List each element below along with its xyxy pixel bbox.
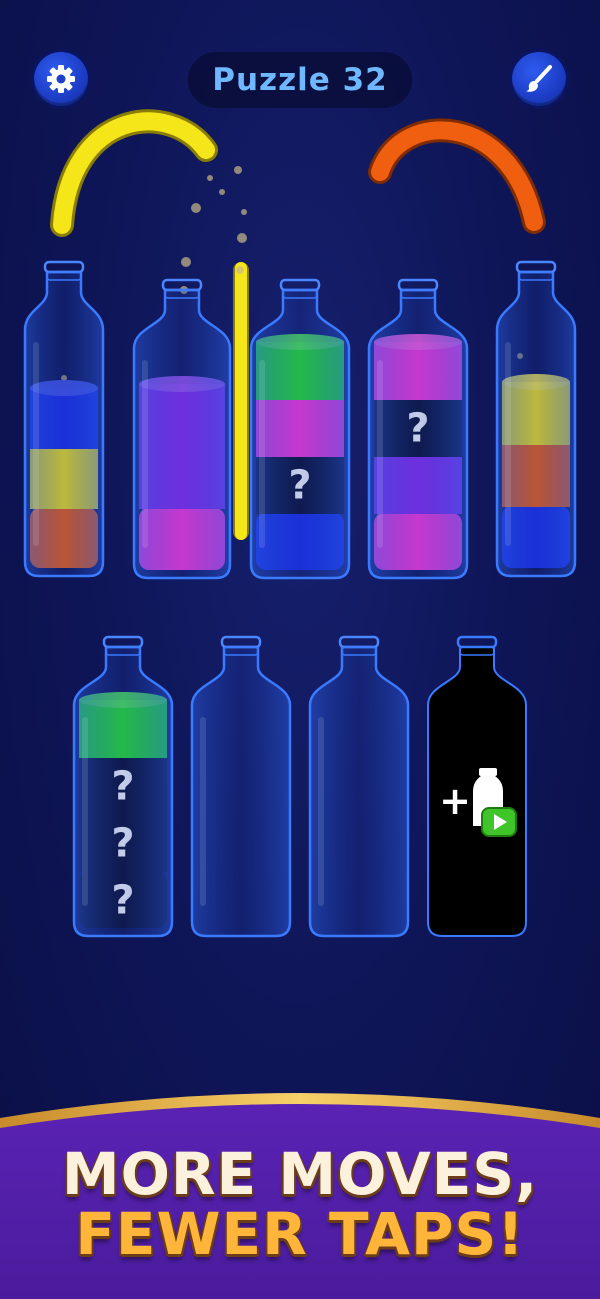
glass-highlight (142, 360, 148, 548)
bottle-glass (249, 288, 351, 580)
glass-highlight (200, 717, 206, 906)
glass-highlight (318, 717, 324, 906)
bottle-glass (308, 645, 410, 938)
glass-highlight (33, 342, 39, 546)
bottle[interactable] (495, 260, 577, 578)
mini-bottle-cap (479, 768, 497, 776)
bottle-cap-ring (338, 635, 380, 649)
glass-highlight (82, 717, 88, 906)
gear-icon (47, 65, 75, 93)
bottle[interactable] (23, 260, 105, 578)
orange-pour-arc (368, 118, 546, 234)
bottle[interactable]: ? (249, 278, 351, 580)
bottle-cap-ring (515, 260, 557, 274)
puzzle-title: Puzzle 32 (188, 52, 412, 108)
settings-button[interactable] (34, 52, 88, 106)
bottle-cap-ring (279, 278, 321, 292)
bottle-glass (72, 645, 174, 938)
bottle-cap-ring (102, 635, 144, 649)
bottle[interactable] (190, 635, 292, 938)
glass-highlight (505, 342, 511, 546)
yellow-pour-arc (50, 109, 218, 237)
theme-button[interactable] (512, 52, 566, 106)
bottle-cap-ring (397, 278, 439, 292)
bottle-cap-ring (220, 635, 262, 649)
bottle[interactable]: ? (367, 278, 469, 580)
bottle[interactable] (132, 278, 232, 580)
bottle-cap-ring (43, 260, 85, 274)
bottle[interactable]: ??? (72, 635, 174, 938)
bottle[interactable]: + (427, 635, 527, 937)
bottle-glass (132, 288, 232, 580)
banner-line-2: FEWER TAPS! (75, 1200, 525, 1268)
add-plus-sign: + (439, 779, 471, 823)
bottle-glass (190, 645, 292, 938)
glass-highlight (259, 360, 265, 548)
banner-line-1: MORE MOVES, (61, 1140, 539, 1208)
paintbrush-icon (526, 65, 552, 92)
yellow-pour-stream (233, 262, 249, 540)
bottle-cap-ring (456, 635, 498, 649)
puzzle-title-text: Puzzle 32 (212, 62, 388, 98)
bottle[interactable] (308, 635, 410, 938)
glass-highlight (377, 360, 383, 548)
bottle-glass (367, 288, 469, 580)
